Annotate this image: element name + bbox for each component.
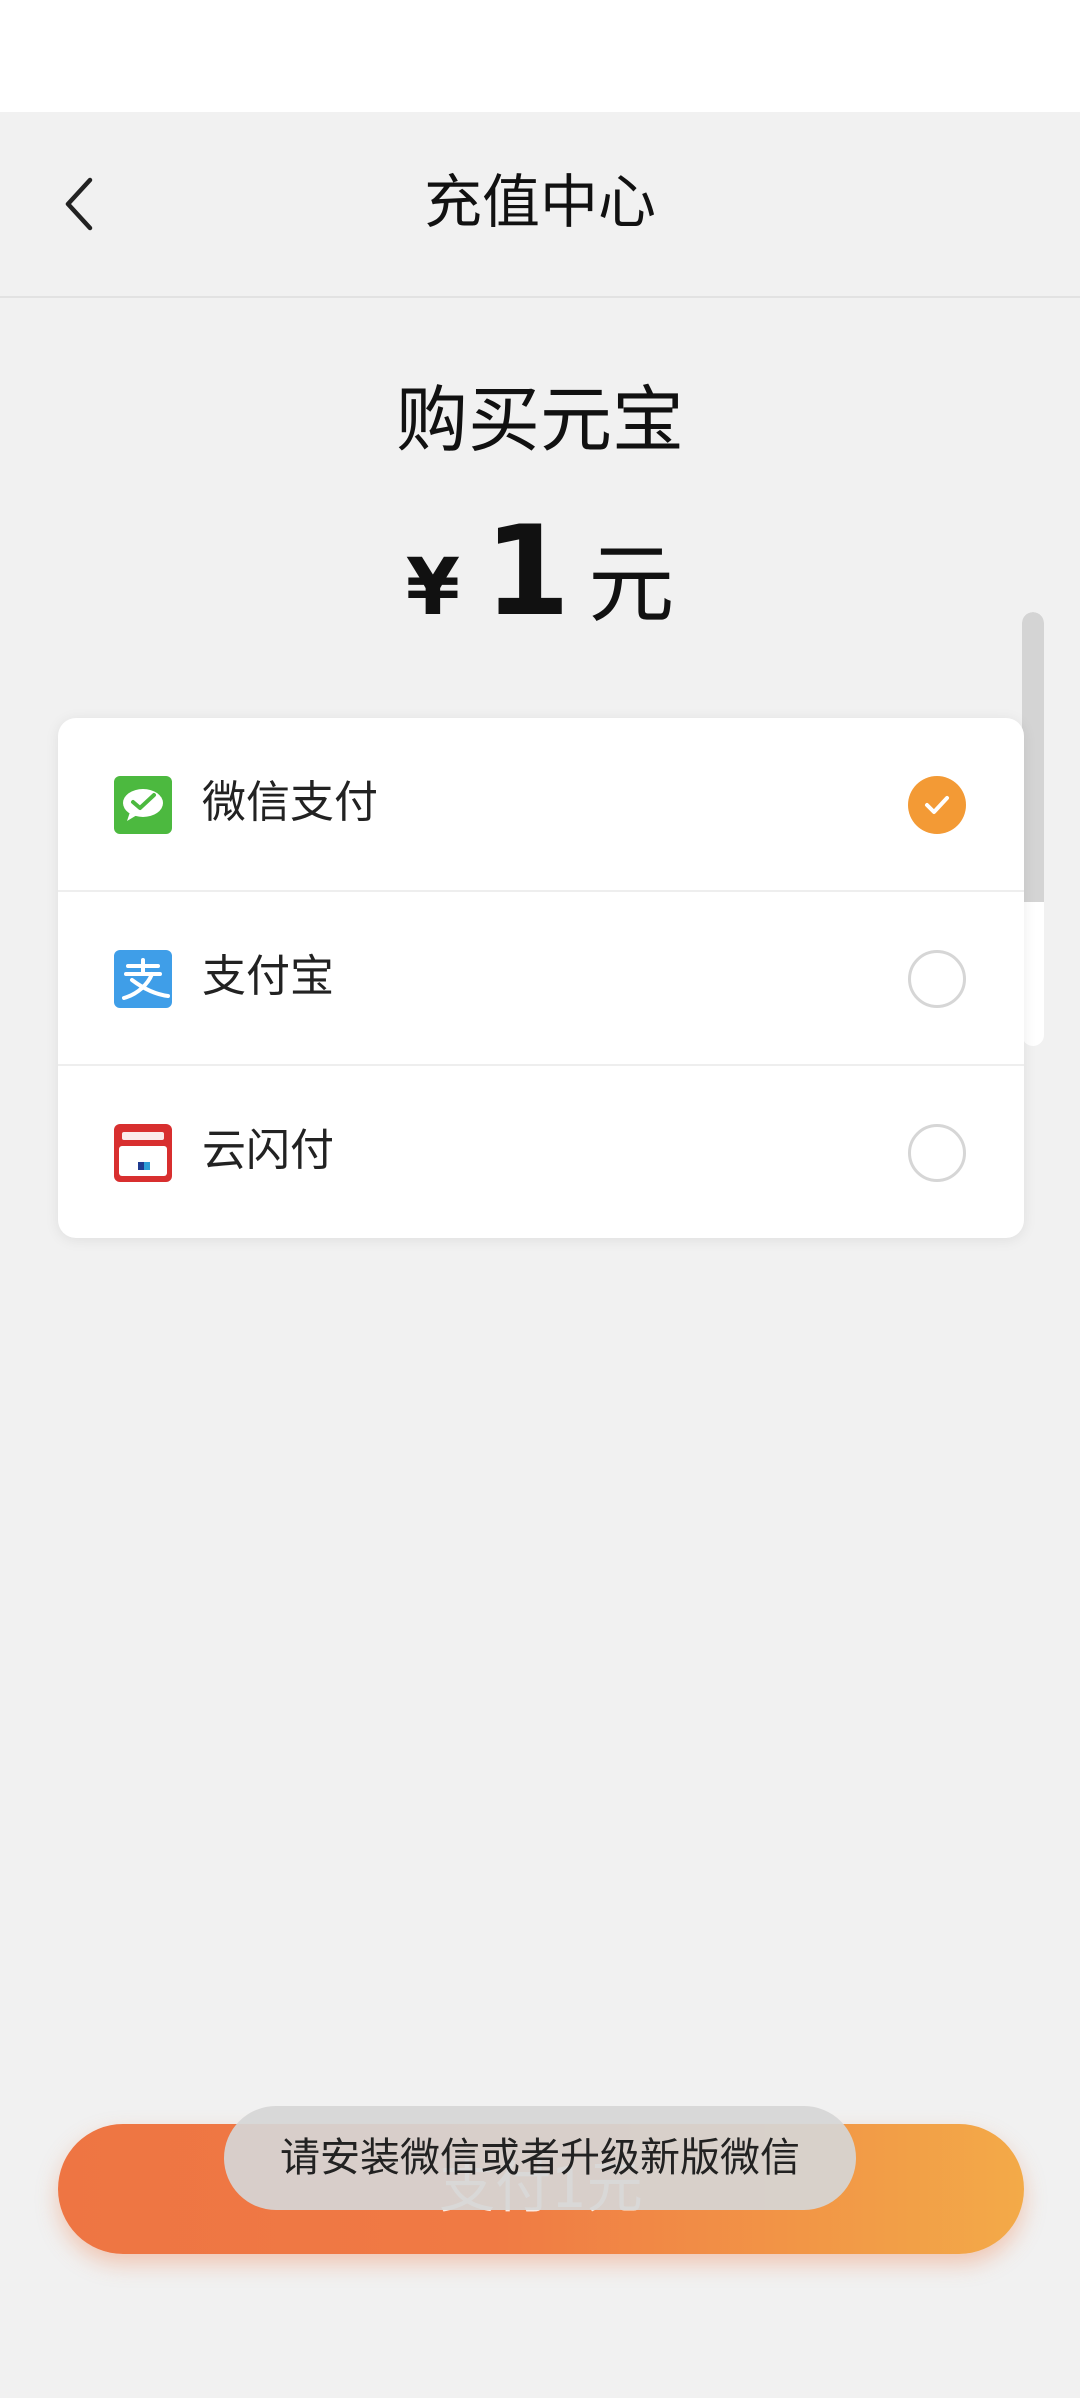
payment-label-alipay: 支付宝: [202, 951, 334, 1002]
payment-method-list: 微信支付 支付宝 云闪付: [58, 718, 1024, 1238]
alipay-icon: [114, 950, 172, 1008]
price: ¥1 元: [0, 500, 1080, 644]
price-unit: 元: [588, 535, 675, 635]
checkmark-icon: [925, 796, 949, 814]
status-bar: [0, 0, 1080, 112]
scrollbar-thumb[interactable]: [1022, 612, 1044, 902]
radio-unselected[interactable]: [908, 950, 966, 1008]
payment-label-wechat: 微信支付: [202, 777, 378, 828]
radio-unselected[interactable]: [908, 1124, 966, 1182]
payment-option-wechat[interactable]: 微信支付: [58, 718, 1024, 892]
scrollbar[interactable]: [1022, 612, 1044, 1046]
header: 充值中心: [0, 112, 1080, 298]
price-amount: 1: [484, 500, 571, 644]
toast-message: 请安装微信或者升级新版微信: [224, 2106, 856, 2210]
payment-option-alipay[interactable]: 支付宝: [58, 892, 1024, 1066]
wechat-pay-icon: [114, 776, 172, 834]
payment-option-unionpay[interactable]: 云闪付: [58, 1066, 1024, 1238]
radio-selected[interactable]: [908, 776, 966, 834]
page-title: 充值中心: [423, 168, 656, 236]
currency-symbol: ¥: [405, 543, 460, 633]
payment-label-unionpay: 云闪付: [202, 1125, 334, 1176]
purchase-title: 购买元宝: [395, 378, 684, 462]
unionpay-icon: [114, 1124, 172, 1182]
